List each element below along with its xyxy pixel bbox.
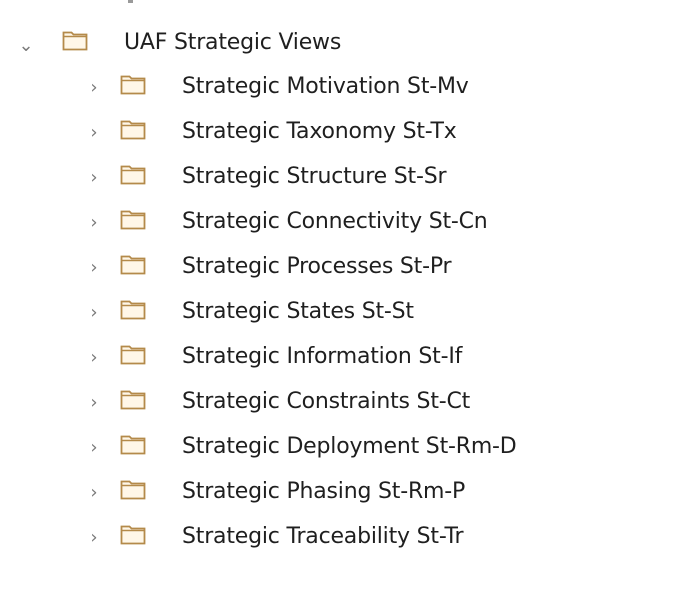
tree-node-strategic-deployment[interactable]: › Strategic Deployment St-Rm-D [0,426,674,470]
tree-node-label: Strategic Structure St-Sr [182,164,447,189]
tree-node-strategic-taxonomy[interactable]: › Strategic Taxonomy St-Tx [0,111,674,155]
chevron-right-icon[interactable]: › [84,303,104,323]
chevron-right-icon[interactable]: › [84,123,104,143]
tree-node-strategic-motivation[interactable]: › Strategic Motivation St-Mv [0,66,674,110]
chevron-right-icon[interactable]: › [84,393,104,413]
tree-node-label: Strategic States St-St [182,299,414,324]
chevron-right-icon[interactable]: › [84,483,104,503]
tree-node-uaf-strategic-views[interactable]: ⌄ UAF Strategic Views [0,22,674,66]
chevron-right-icon[interactable]: › [84,528,104,548]
tree-node-label: Strategic Phasing St-Rm-P [182,479,466,504]
tree-node-label: Strategic Information St-If [182,344,463,369]
folder-icon [120,255,146,275]
chevron-down-icon[interactable]: ⌄ [16,36,36,56]
tree-node-label: Strategic Constraints St-Ct [182,389,471,414]
folder-icon [120,300,146,320]
tree-node-strategic-traceability[interactable]: › Strategic Traceability St-Tr [0,516,674,560]
tree-node-label: Strategic Deployment St-Rm-D [182,434,517,459]
folder-icon [120,210,146,230]
folder-icon [120,390,146,410]
scroll-stub [128,0,133,3]
chevron-right-icon[interactable]: › [84,213,104,233]
folder-icon [120,120,146,140]
tree-node-label: Strategic Traceability St-Tr [182,524,464,549]
tree-node-strategic-constraints[interactable]: › Strategic Constraints St-Ct [0,381,674,425]
tree-node-label: UAF Strategic Views [124,30,342,55]
folder-icon [120,435,146,455]
folder-icon [120,165,146,185]
chevron-right-icon[interactable]: › [84,168,104,188]
tree-node-strategic-information[interactable]: › Strategic Information St-If [0,336,674,380]
folder-icon [120,525,146,545]
tree-node-strategic-phasing[interactable]: › Strategic Phasing St-Rm-P [0,471,674,515]
tree-node-strategic-connectivity[interactable]: › Strategic Connectivity St-Cn [0,201,674,245]
chevron-right-icon[interactable]: › [84,78,104,98]
folder-icon [62,31,88,51]
project-browser-tree: ⌄ UAF Strategic Views › Strategic Motiva… [0,0,674,606]
chevron-right-icon[interactable]: › [84,258,104,278]
tree-node-strategic-states[interactable]: › Strategic States St-St [0,291,674,335]
tree-node-strategic-processes[interactable]: › Strategic Processes St-Pr [0,246,674,290]
tree-node-label: Strategic Processes St-Pr [182,254,452,279]
folder-icon [120,480,146,500]
tree-node-label: Strategic Taxonomy St-Tx [182,119,457,144]
folder-icon [120,75,146,95]
tree-node-label: Strategic Motivation St-Mv [182,74,469,99]
tree-node-strategic-structure[interactable]: › Strategic Structure St-Sr [0,156,674,200]
chevron-right-icon[interactable]: › [84,348,104,368]
tree-node-label: Strategic Connectivity St-Cn [182,209,488,234]
chevron-right-icon[interactable]: › [84,438,104,458]
folder-icon [120,345,146,365]
